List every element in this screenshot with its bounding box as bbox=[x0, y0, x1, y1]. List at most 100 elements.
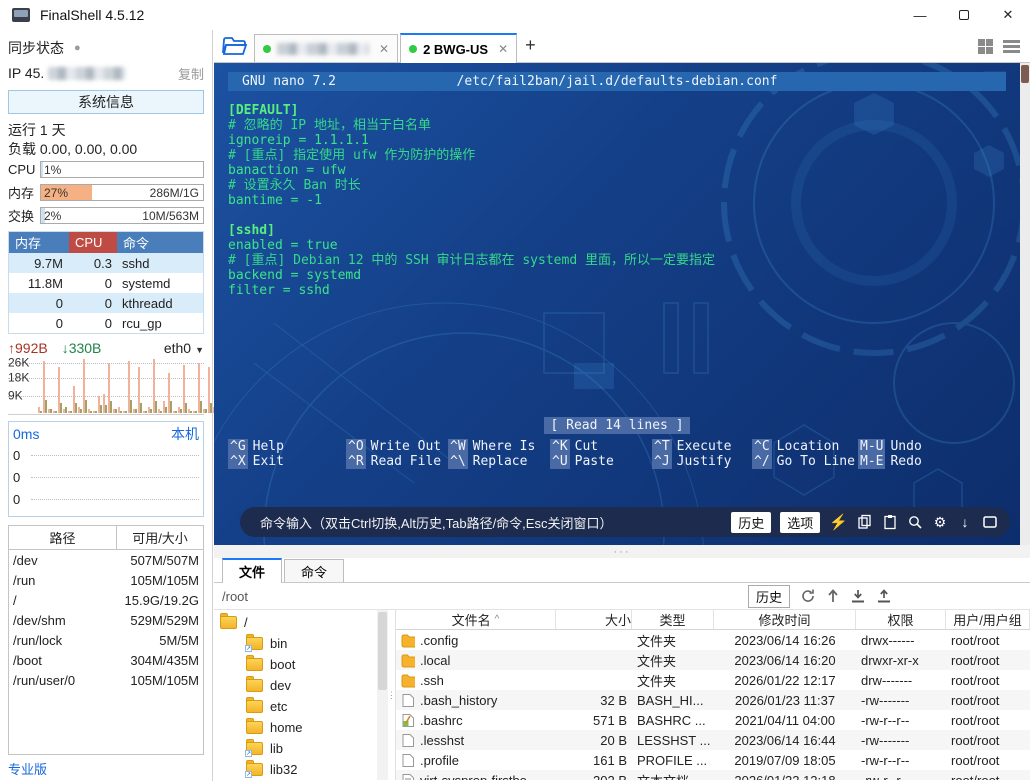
session-tab-1[interactable]: ✕ bbox=[254, 34, 398, 62]
table-row[interactable]: .bashrc571 BBASHRC ...2021/04/11 04:00-r… bbox=[396, 710, 1030, 730]
layout-grid-icon[interactable] bbox=[978, 39, 993, 54]
interface-selector[interactable]: eth0▼ bbox=[164, 340, 204, 356]
disk-row[interactable]: /run/lock5M/5M bbox=[9, 630, 203, 650]
table-row[interactable]: .lesshst20 BLESSHST ...2023/06/14 16:44-… bbox=[396, 730, 1030, 750]
disk-row[interactable]: /run105M/105M bbox=[9, 570, 203, 590]
tree-item-home[interactable]: home bbox=[214, 717, 377, 738]
refresh-icon[interactable] bbox=[800, 588, 816, 604]
tree-table-splitter[interactable]: ⋮⋮⋮ bbox=[388, 610, 395, 780]
terminal-scrollbar-thumb[interactable] bbox=[1021, 65, 1029, 83]
fullscreen-icon[interactable] bbox=[982, 514, 998, 530]
upload-icon[interactable] bbox=[876, 588, 892, 604]
file-header-1[interactable]: 大小 bbox=[556, 610, 632, 629]
open-folder-icon[interactable] bbox=[222, 34, 248, 58]
process-header-memory[interactable]: 内存 bbox=[9, 232, 69, 253]
disk-header-path[interactable]: 路径 bbox=[9, 526, 117, 549]
session-tab-2[interactable]: 2 BWG-US ✕ bbox=[400, 33, 517, 63]
maximize-button[interactable] bbox=[942, 0, 986, 30]
cpu-percent: 1% bbox=[44, 163, 61, 177]
disk-row[interactable]: /run/user/0105M/105M bbox=[9, 670, 203, 690]
menu-icon[interactable] bbox=[1003, 40, 1020, 53]
path-input[interactable]: /root bbox=[222, 589, 248, 604]
file-type-cell: LESSHST ... bbox=[632, 733, 714, 748]
disk-row[interactable]: /boot304M/435M bbox=[9, 650, 203, 670]
close-tab-icon[interactable]: ✕ bbox=[379, 42, 389, 56]
tab-files[interactable]: 文件 bbox=[222, 558, 282, 583]
table-row[interactable]: .profile161 BPROFILE ...2019/07/09 18:05… bbox=[396, 750, 1030, 770]
process-row[interactable]: 9.7M0.3sshd bbox=[9, 253, 203, 273]
symlink-badge-icon: ↗ bbox=[245, 771, 252, 778]
disk-row[interactable]: /15.9G/19.2G bbox=[9, 590, 203, 610]
close-tab-icon[interactable]: ✕ bbox=[498, 42, 508, 56]
new-tab-button[interactable]: + bbox=[525, 35, 536, 56]
table-row[interactable]: .ssh文件夹2026/01/22 12:17drw-------root/ro… bbox=[396, 670, 1030, 690]
nano-shortcut: ^/Go To Line bbox=[752, 454, 858, 469]
nano-buffer[interactable]: [DEFAULT]# 忽略的 IP 地址，相当于白名单ignoreip = 1.… bbox=[228, 103, 1010, 298]
minimize-button[interactable]: — bbox=[898, 0, 942, 30]
paste-icon[interactable] bbox=[882, 514, 898, 530]
scroll-down-icon[interactable]: ↓ bbox=[957, 514, 973, 530]
copy-ip-button[interactable]: 复制 bbox=[178, 64, 204, 83]
close-button[interactable]: ✕ bbox=[986, 0, 1030, 30]
process-row[interactable]: 11.8M0systemd bbox=[9, 273, 203, 293]
process-row[interactable]: 00rcu_gp bbox=[9, 313, 203, 333]
options-button[interactable]: 选项 bbox=[780, 512, 820, 533]
tab-commands[interactable]: 命令 bbox=[284, 559, 344, 582]
process-command: sshd bbox=[117, 256, 203, 271]
table-row[interactable]: .bash_history32 BBASH_HI...2026/01/23 11… bbox=[396, 690, 1030, 710]
fm-history-button[interactable]: 历史 bbox=[748, 585, 790, 608]
file-icon bbox=[401, 753, 415, 768]
tree-item-root[interactable]: / bbox=[214, 612, 377, 633]
table-row[interactable]: .local文件夹2023/06/14 16:20drwxr-xr-xroot/… bbox=[396, 650, 1030, 670]
network-bar-slot bbox=[98, 396, 102, 413]
download-icon[interactable] bbox=[850, 588, 866, 604]
process-header-cpu[interactable]: CPU bbox=[69, 232, 117, 253]
disk-table-header[interactable]: 路径 可用/大小 bbox=[9, 526, 203, 550]
tree-item-etc[interactable]: etc bbox=[214, 696, 377, 717]
up-directory-icon[interactable] bbox=[826, 588, 840, 604]
nano-file-path: /etc/fail2ban/jail.d/defaults-debian.con… bbox=[228, 74, 1006, 89]
search-icon[interactable] bbox=[907, 514, 923, 530]
process-header-command[interactable]: 命令 bbox=[117, 232, 203, 253]
history-button[interactable]: 历史 bbox=[731, 512, 771, 533]
file-header-3[interactable]: 修改时间 bbox=[714, 610, 856, 629]
tree-scrollbar[interactable] bbox=[377, 610, 388, 780]
symlink-badge-icon: ↗ bbox=[245, 645, 252, 652]
tree-item-lib[interactable]: ↗lib bbox=[214, 738, 377, 759]
tree-scrollbar-thumb[interactable] bbox=[378, 612, 387, 690]
gear-icon[interactable]: ⚙ bbox=[932, 514, 948, 530]
file-header-4[interactable]: 权限 bbox=[856, 610, 946, 629]
shortcut-label: Undo bbox=[890, 439, 921, 454]
process-memory: 9.7M bbox=[9, 256, 69, 271]
terminal-panel[interactable]: GNU nano 7.2 /etc/fail2ban/jail.d/defaul… bbox=[214, 63, 1030, 545]
download-bar bbox=[175, 411, 177, 413]
network-tick-label: 18K bbox=[8, 371, 29, 385]
folder-icon bbox=[246, 658, 263, 671]
disk-header-size[interactable]: 可用/大小 bbox=[117, 526, 203, 549]
process-table-header[interactable]: 内存 CPU 命令 bbox=[9, 232, 203, 253]
tree-item-lib32[interactable]: ↗lib32 bbox=[214, 759, 377, 780]
latency-target-link[interactable]: 本机 bbox=[171, 424, 199, 444]
copy-icon[interactable] bbox=[857, 514, 873, 530]
network-bar-slot bbox=[163, 401, 167, 413]
process-row[interactable]: 00kthreadd bbox=[9, 293, 203, 313]
file-header-5[interactable]: 用户/用户组 bbox=[946, 610, 1030, 629]
quick-command-icon[interactable]: ⚡ bbox=[829, 513, 848, 531]
disk-row[interactable]: /dev507M/507M bbox=[9, 550, 203, 570]
file-name-cell: .bash_history bbox=[396, 693, 556, 708]
table-row[interactable]: virt-sysprep-firstbo...202 B文本文档2026/01/… bbox=[396, 770, 1030, 780]
table-row[interactable]: .config文件夹2023/06/14 16:26drwx------root… bbox=[396, 630, 1030, 650]
command-input-placeholder[interactable]: 命令输入（双击Ctrl切换,Alt历史,Tab路径/命令,Esc关闭窗口） bbox=[260, 513, 612, 532]
file-header-2[interactable]: 类型 bbox=[632, 610, 714, 629]
network-bar-slot bbox=[208, 367, 212, 413]
command-input-bar[interactable]: 命令输入（双击Ctrl切换,Alt历史,Tab路径/命令,Esc关闭窗口） 历史… bbox=[240, 507, 1010, 537]
tree-item-boot[interactable]: boot bbox=[214, 654, 377, 675]
tree-item-bin[interactable]: ↗bin bbox=[214, 633, 377, 654]
system-info-button[interactable]: 系统信息 bbox=[8, 90, 204, 114]
panel-splitter[interactable]: ··· bbox=[214, 545, 1030, 558]
file-header-0[interactable]: 文件名^ bbox=[396, 610, 556, 629]
edition-label[interactable]: 专业版 bbox=[8, 755, 204, 781]
disk-row[interactable]: /dev/shm529M/529M bbox=[9, 610, 203, 630]
tree-item-dev[interactable]: dev bbox=[214, 675, 377, 696]
terminal-scrollbar[interactable] bbox=[1020, 63, 1030, 545]
